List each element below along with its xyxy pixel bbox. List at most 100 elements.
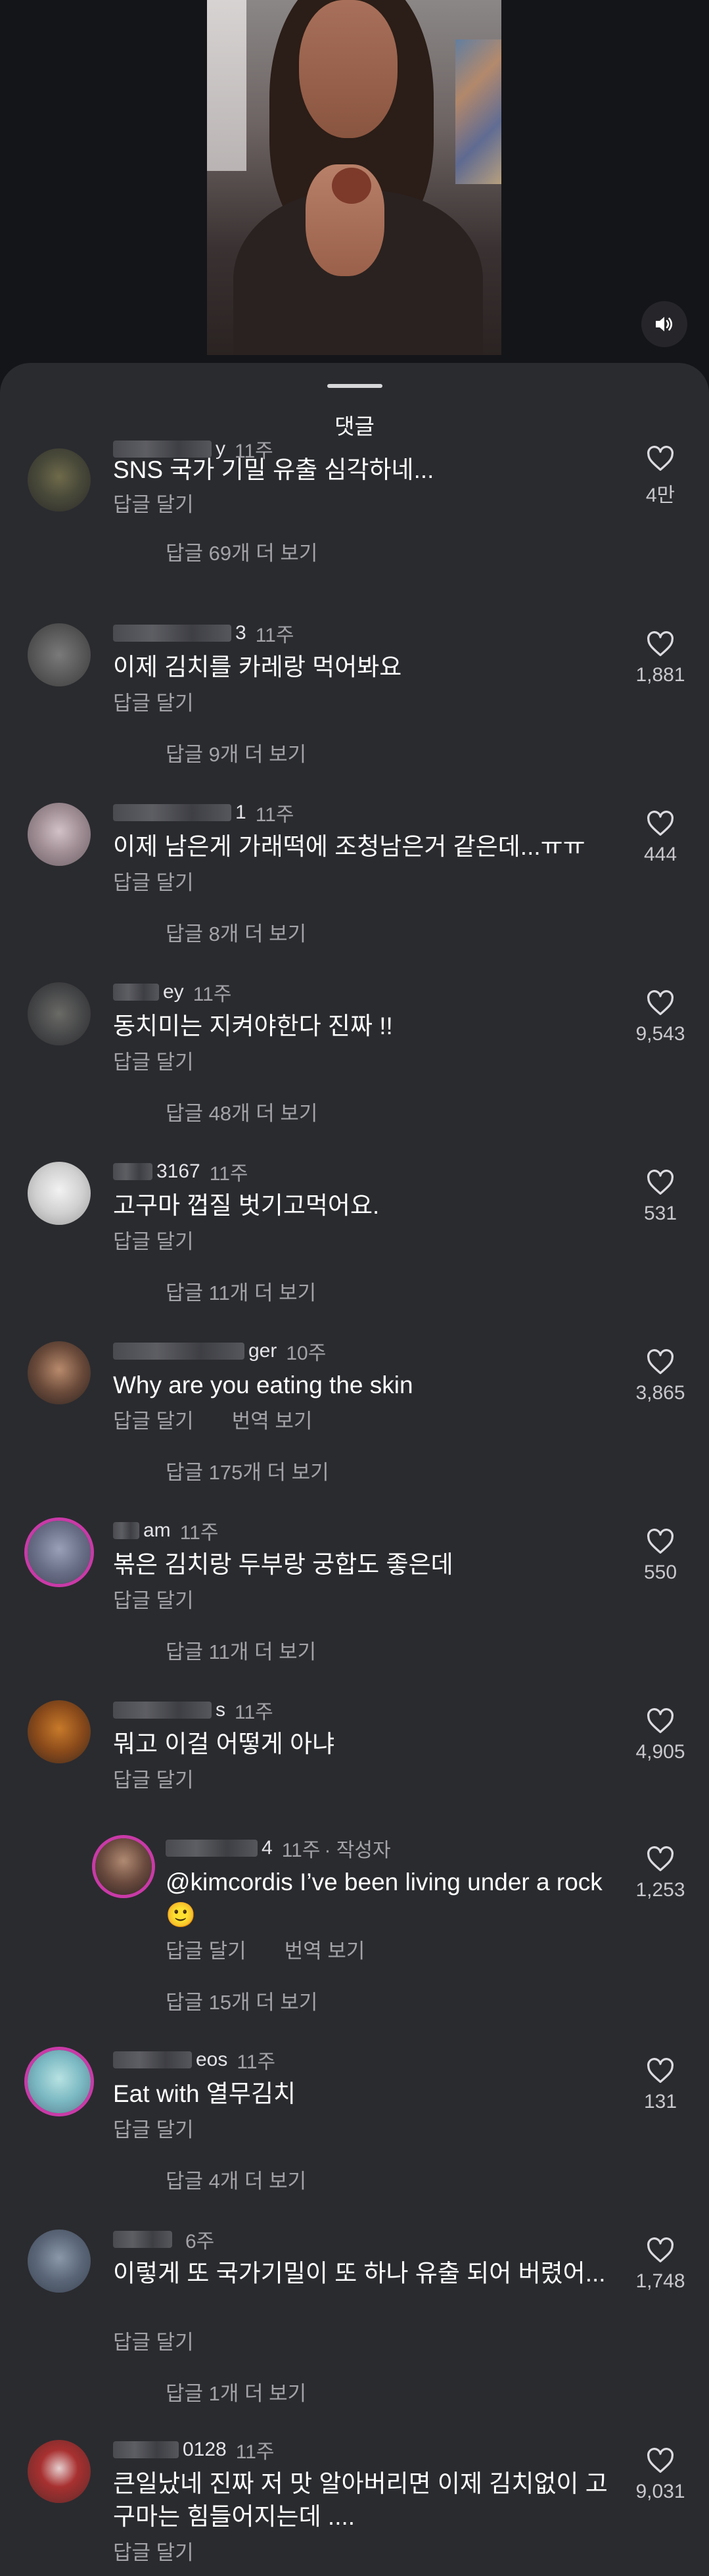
heart-icon[interactable] <box>646 631 675 657</box>
username-tail: 3167 <box>156 1160 200 1182</box>
comment-text: 이제 남은게 가래떡에 조청남은거 같은데...ㅠㅠ <box>113 833 585 860</box>
view-more-replies[interactable]: 답글 1개 더 보기 <box>166 2378 306 2405</box>
comment-actions: 답글 달기 번역 보기 <box>166 1934 403 1964</box>
heart-icon[interactable] <box>646 990 675 1016</box>
avatar[interactable] <box>28 623 91 686</box>
author-avatar[interactable] <box>95 1838 152 1895</box>
comment-time: 11주 <box>237 2051 276 2073</box>
username-line[interactable]: 6주 <box>113 2227 215 2253</box>
avatar[interactable] <box>28 803 91 866</box>
username-blurred <box>113 1343 244 1360</box>
view-more-replies[interactable]: 답글 48개 더 보기 <box>166 1098 317 1125</box>
username-tail: ey <box>163 981 184 1003</box>
comment-text: 큰일났네 진짜 저 맛 알아버리면 이제 김치없이 고구마는 힘들어지는데 ..… <box>113 2470 608 2530</box>
heart-icon[interactable] <box>646 1349 675 1375</box>
view-more-replies[interactable]: 답글 11개 더 보기 <box>166 1277 316 1304</box>
reply-button[interactable]: 답글 달기 <box>113 1404 194 1434</box>
comment-time: 11주 <box>193 984 232 1005</box>
reply-button[interactable]: 답글 달기 <box>113 2326 194 2355</box>
comment-text: 이제 김치를 카레랑 먹어봐요 <box>113 654 402 680</box>
translate-button[interactable]: 번역 보기 <box>285 1934 365 1964</box>
avatar[interactable] <box>28 1700 91 1763</box>
like-block: 9,031 <box>624 2448 697 2503</box>
avatar[interactable] <box>28 448 91 512</box>
comment-actions: 답글 달기 <box>113 488 232 517</box>
like-block: 9,543 <box>624 990 697 1045</box>
username-line[interactable]: 4 11주 · 작성자 <box>166 1836 391 1861</box>
like-block: 131 <box>624 2058 697 2113</box>
username-line[interactable]: ey 11주 <box>113 980 231 1005</box>
avatar[interactable] <box>28 1162 91 1225</box>
username-line[interactable]: 3167 11주 <box>113 1159 248 1185</box>
heart-icon[interactable] <box>646 446 675 472</box>
username-line[interactable]: 3 11주 <box>113 621 294 646</box>
reply-button[interactable]: 답글 달기 <box>113 1763 194 1793</box>
avatar[interactable] <box>28 1341 91 1404</box>
username-line[interactable]: ger 10주 <box>113 1339 326 1364</box>
username-line[interactable]: s 11주 <box>113 1698 273 1723</box>
avatar[interactable] <box>28 2230 91 2293</box>
heart-icon[interactable] <box>646 1708 675 1734</box>
video-person-face <box>299 0 398 138</box>
heart-icon[interactable] <box>646 2448 675 2474</box>
video-background-wall <box>207 0 246 171</box>
avatar[interactable] <box>28 2050 91 2113</box>
like-count: 4만 <box>645 485 675 506</box>
heart-icon[interactable] <box>646 2237 675 2264</box>
view-more-replies[interactable]: 답글 69개 더 보기 <box>166 538 317 565</box>
reply-button[interactable]: 답글 달기 <box>113 1045 194 1075</box>
heart-icon[interactable] <box>646 811 675 837</box>
heart-icon[interactable] <box>646 1846 675 1872</box>
reply-button[interactable]: 답글 달기 <box>113 1225 194 1254</box>
reply-button[interactable]: 답글 달기 <box>113 686 194 716</box>
view-more-replies[interactable]: 답글 4개 더 보기 <box>166 2166 306 2193</box>
author-badge: · 작성자 <box>324 1840 391 1861</box>
comment-time: 11주 <box>235 1702 273 1723</box>
reply-button[interactable]: 답글 달기 <box>113 2536 194 2565</box>
username-blurred <box>113 625 231 642</box>
comment-time: 6주 <box>185 2231 215 2253</box>
comment-time: 11주 <box>209 1163 248 1185</box>
username-line[interactable]: am 11주 <box>113 1518 218 1544</box>
reply-button[interactable]: 답글 달기 <box>113 488 194 517</box>
video-frame[interactable] <box>207 0 501 355</box>
comment-text: Why are you eating the skin <box>113 1371 413 1398</box>
heart-icon[interactable] <box>646 1170 675 1196</box>
avatar[interactable] <box>28 982 91 1045</box>
username-blurred <box>113 2441 179 2458</box>
view-more-replies[interactable]: 답글 11개 더 보기 <box>166 1636 316 1663</box>
username-line[interactable]: 0128 11주 <box>113 2437 275 2463</box>
reply-button[interactable]: 답글 달기 <box>113 2113 194 2143</box>
username-tail: eos <box>196 2049 228 2070</box>
like-block: 550 <box>624 1529 697 1584</box>
comment-text: SNS 국가 기밀 유출 심각하네... <box>113 456 434 483</box>
heart-icon[interactable] <box>646 2058 675 2084</box>
like-count: 9,031 <box>635 2481 685 2502</box>
view-more-replies[interactable]: 답글 8개 더 보기 <box>166 918 306 945</box>
comment-actions: 답글 달기 <box>113 2326 232 2355</box>
view-more-replies[interactable]: 답글 9개 더 보기 <box>166 739 306 766</box>
avatar[interactable] <box>28 1521 91 1584</box>
volume-button[interactable] <box>641 301 687 347</box>
comment-text: @kimcordis I’ve been living under a rock… <box>166 1869 603 1928</box>
username-line[interactable]: 1 11주 <box>113 800 294 826</box>
comment-text: 이렇게 또 국가기밀이 또 하나 유출 되어 버렸어... <box>113 2260 606 2287</box>
like-block: 1,881 <box>624 631 697 686</box>
username-line[interactable]: eos 11주 <box>113 2047 276 2073</box>
like-block: 1,748 <box>624 2237 697 2293</box>
username-tail: 1 <box>235 801 246 823</box>
reply-button[interactable]: 답글 달기 <box>166 1934 246 1964</box>
video-player[interactable] <box>0 0 709 368</box>
like-count: 9,543 <box>635 1023 685 1045</box>
view-more-replies[interactable]: 답글 175개 더 보기 <box>166 1457 329 1484</box>
sheet-drag-handle[interactable] <box>327 384 382 388</box>
view-more-replies[interactable]: 답글 15개 더 보기 <box>166 1987 317 2014</box>
comment-text: 동치미는 지켜야한다 진짜 !! <box>113 1013 393 1039</box>
heart-icon[interactable] <box>646 1529 675 1555</box>
translate-button[interactable]: 번역 보기 <box>232 1404 313 1434</box>
reply-button[interactable]: 답글 달기 <box>113 1584 194 1613</box>
avatar[interactable] <box>28 2440 91 2503</box>
reply-button[interactable]: 답글 달기 <box>113 866 194 895</box>
username-blurred <box>166 1840 258 1857</box>
like-count: 1,881 <box>635 664 685 686</box>
